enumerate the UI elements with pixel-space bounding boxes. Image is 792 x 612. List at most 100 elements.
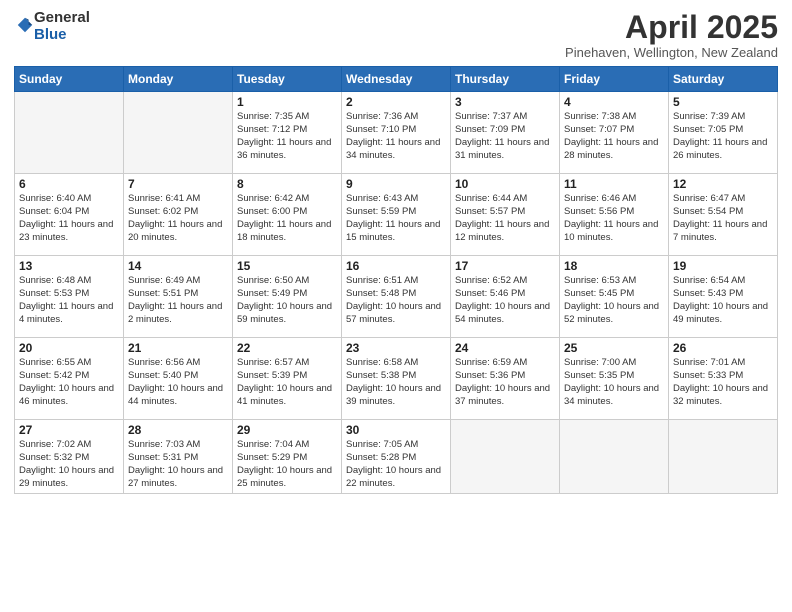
day-number: 15 (237, 259, 337, 273)
calendar-day: 19 Sunrise: 6:54 AM Sunset: 5:43 PM Dayli… (669, 256, 778, 338)
day-number: 30 (346, 423, 446, 437)
day-info: Sunrise: 6:55 AM Sunset: 5:42 PM Dayligh… (19, 357, 119, 408)
day-info: Sunrise: 6:51 AM Sunset: 5:48 PM Dayligh… (346, 275, 446, 326)
day-info: Sunrise: 7:03 AM Sunset: 5:31 PM Dayligh… (128, 439, 228, 490)
day-number: 24 (455, 341, 555, 355)
day-number: 21 (128, 341, 228, 355)
day-info: Sunrise: 6:56 AM Sunset: 5:40 PM Dayligh… (128, 357, 228, 408)
day-number: 3 (455, 95, 555, 109)
logo-general: General (34, 10, 90, 27)
weekday-header: Wednesday (342, 67, 451, 92)
header: General Blue April 2025 Pinehaven, Welli… (14, 10, 778, 60)
day-number: 25 (564, 341, 664, 355)
day-info: Sunrise: 6:40 AM Sunset: 6:04 PM Dayligh… (19, 193, 119, 244)
calendar-week-row: 1Sunrise: 7:35 AM Sunset: 7:12 PM Daylig… (15, 92, 778, 174)
logo-blue: Blue (34, 27, 90, 44)
page: General Blue April 2025 Pinehaven, Welli… (0, 0, 792, 612)
day-info: Sunrise: 6:42 AM Sunset: 6:00 PM Dayligh… (237, 193, 337, 244)
day-info: Sunrise: 6:49 AM Sunset: 5:51 PM Dayligh… (128, 275, 228, 326)
day-number: 23 (346, 341, 446, 355)
day-info: Sunrise: 6:44 AM Sunset: 5:57 PM Dayligh… (455, 193, 555, 244)
calendar-day: 30 Sunrise: 7:05 AM Sunset: 5:28 PM Dayli… (342, 420, 451, 494)
day-number: 20 (19, 341, 119, 355)
day-number: 19 (673, 259, 773, 273)
day-info: Sunrise: 6:53 AM Sunset: 5:45 PM Dayligh… (564, 275, 664, 326)
calendar-day: 8 Sunrise: 6:42 AM Sunset: 6:00 PM Daylig… (233, 174, 342, 256)
day-number: 18 (564, 259, 664, 273)
calendar-day: 14Sunrise: 6:49 AM Sunset: 5:51 PM Dayli… (124, 256, 233, 338)
day-info: Sunrise: 6:43 AM Sunset: 5:59 PM Dayligh… (346, 193, 446, 244)
day-info: Sunrise: 6:47 AM Sunset: 5:54 PM Dayligh… (673, 193, 773, 244)
title-block: April 2025 Pinehaven, Wellington, New Ze… (565, 10, 778, 60)
day-number: 11 (564, 177, 664, 191)
calendar-day: 12 Sunrise: 6:47 AM Sunset: 5:54 PM Dayli… (669, 174, 778, 256)
day-info: Sunrise: 7:02 AM Sunset: 5:32 PM Dayligh… (19, 439, 119, 490)
weekday-header: Tuesday (233, 67, 342, 92)
day-number: 29 (237, 423, 337, 437)
calendar-day: 16 Sunrise: 6:51 AM Sunset: 5:48 PM Dayli… (342, 256, 451, 338)
day-info: Sunrise: 7:00 AM Sunset: 5:35 PM Dayligh… (564, 357, 664, 408)
day-number: 6 (19, 177, 119, 191)
day-number: 22 (237, 341, 337, 355)
day-number: 10 (455, 177, 555, 191)
logo: General Blue (14, 10, 90, 43)
calendar-week-row: 27Sunrise: 7:02 AM Sunset: 5:32 PM Dayli… (15, 420, 778, 494)
calendar-day: 2 Sunrise: 7:36 AM Sunset: 7:10 PM Daylig… (342, 92, 451, 174)
day-number: 2 (346, 95, 446, 109)
day-number: 12 (673, 177, 773, 191)
day-number: 26 (673, 341, 773, 355)
day-info: Sunrise: 6:50 AM Sunset: 5:49 PM Dayligh… (237, 275, 337, 326)
day-info: Sunrise: 6:59 AM Sunset: 5:36 PM Dayligh… (455, 357, 555, 408)
calendar-week-row: 6 Sunrise: 6:40 AM Sunset: 6:04 PM Daylig… (15, 174, 778, 256)
calendar-day: 24 Sunrise: 6:59 AM Sunset: 5:36 PM Dayli… (451, 338, 560, 420)
calendar-day: 10 Sunrise: 6:44 AM Sunset: 5:57 PM Dayli… (451, 174, 560, 256)
day-info: Sunrise: 6:46 AM Sunset: 5:56 PM Dayligh… (564, 193, 664, 244)
weekday-header: Thursday (451, 67, 560, 92)
day-info: Sunrise: 6:54 AM Sunset: 5:43 PM Dayligh… (673, 275, 773, 326)
calendar-day (669, 420, 778, 494)
calendar-day: 17 Sunrise: 6:52 AM Sunset: 5:46 PM Dayli… (451, 256, 560, 338)
day-info: Sunrise: 7:01 AM Sunset: 5:33 PM Dayligh… (673, 357, 773, 408)
calendar-day: 27Sunrise: 7:02 AM Sunset: 5:32 PM Dayli… (15, 420, 124, 494)
month-title: April 2025 (565, 10, 778, 45)
calendar: SundayMondayTuesdayWednesdayThursdayFrid… (14, 66, 778, 494)
calendar-day (15, 92, 124, 174)
day-info: Sunrise: 6:52 AM Sunset: 5:46 PM Dayligh… (455, 275, 555, 326)
day-info: Sunrise: 7:37 AM Sunset: 7:09 PM Dayligh… (455, 111, 555, 162)
weekday-header: Sunday (15, 67, 124, 92)
day-number: 4 (564, 95, 664, 109)
weekday-header: Friday (560, 67, 669, 92)
calendar-day: 22Sunrise: 6:57 AM Sunset: 5:39 PM Dayli… (233, 338, 342, 420)
day-info: Sunrise: 6:41 AM Sunset: 6:02 PM Dayligh… (128, 193, 228, 244)
calendar-day: 21 Sunrise: 6:56 AM Sunset: 5:40 PM Dayli… (124, 338, 233, 420)
day-info: Sunrise: 7:36 AM Sunset: 7:10 PM Dayligh… (346, 111, 446, 162)
day-info: Sunrise: 7:38 AM Sunset: 7:07 PM Dayligh… (564, 111, 664, 162)
weekday-header: Saturday (669, 67, 778, 92)
calendar-day (124, 92, 233, 174)
day-info: Sunrise: 6:48 AM Sunset: 5:53 PM Dayligh… (19, 275, 119, 326)
day-number: 13 (19, 259, 119, 273)
calendar-day: 11 Sunrise: 6:46 AM Sunset: 5:56 PM Dayli… (560, 174, 669, 256)
calendar-day: 7Sunrise: 6:41 AM Sunset: 6:02 PM Daylig… (124, 174, 233, 256)
calendar-day: 4 Sunrise: 7:38 AM Sunset: 7:07 PM Daylig… (560, 92, 669, 174)
calendar-week-row: 20 Sunrise: 6:55 AM Sunset: 5:42 PM Dayli… (15, 338, 778, 420)
day-number: 8 (237, 177, 337, 191)
day-info: Sunrise: 7:39 AM Sunset: 7:05 PM Dayligh… (673, 111, 773, 162)
day-number: 5 (673, 95, 773, 109)
calendar-day: 15 Sunrise: 6:50 AM Sunset: 5:49 PM Dayli… (233, 256, 342, 338)
day-number: 16 (346, 259, 446, 273)
calendar-day: 5 Sunrise: 7:39 AM Sunset: 7:05 PM Daylig… (669, 92, 778, 174)
day-number: 28 (128, 423, 228, 437)
calendar-day: 6 Sunrise: 6:40 AM Sunset: 6:04 PM Daylig… (15, 174, 124, 256)
day-number: 17 (455, 259, 555, 273)
calendar-day: 29Sunrise: 7:04 AM Sunset: 5:29 PM Dayli… (233, 420, 342, 494)
calendar-day: 13 Sunrise: 6:48 AM Sunset: 5:53 PM Dayli… (15, 256, 124, 338)
calendar-day (560, 420, 669, 494)
logo-icon (16, 16, 34, 34)
logo-text: General Blue (34, 10, 90, 43)
day-info: Sunrise: 7:05 AM Sunset: 5:28 PM Dayligh… (346, 439, 446, 490)
day-number: 1 (237, 95, 337, 109)
calendar-day: 1Sunrise: 7:35 AM Sunset: 7:12 PM Daylig… (233, 92, 342, 174)
day-number: 9 (346, 177, 446, 191)
weekday-header: Monday (124, 67, 233, 92)
